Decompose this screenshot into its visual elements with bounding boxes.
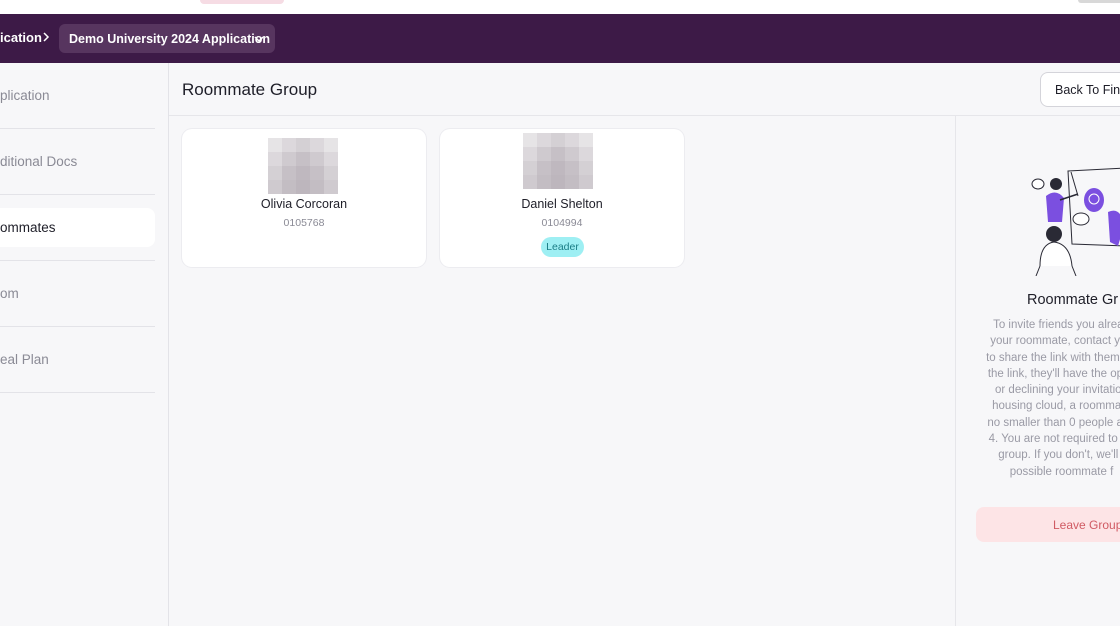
description-line: or declining your invitation bbox=[995, 384, 1120, 397]
description-line: the link, they'll have the optio bbox=[987, 367, 1120, 380]
sidebar-item-meal-plan[interactable]: eal Plan bbox=[0, 327, 155, 393]
description-line: group. If you don't, we'll f bbox=[998, 449, 1120, 462]
member-name: Daniel Shelton bbox=[521, 197, 603, 211]
sidebar-item-additional-docs[interactable]: ditional Docs bbox=[0, 129, 155, 195]
sidebar-item-room[interactable]: om bbox=[0, 261, 155, 327]
member-name: Olivia Corcoran bbox=[260, 197, 348, 211]
description-line: To invite friends you alread bbox=[993, 319, 1120, 331]
page-title: Roommate Group bbox=[182, 80, 318, 99]
breadcrumb-previous[interactable]: ication bbox=[0, 30, 42, 45]
panel-title: Roommate Gr bbox=[1027, 292, 1119, 308]
top-tab-indicator bbox=[200, 0, 284, 4]
top-header: ication Demo University 2024 Application bbox=[0, 14, 1120, 63]
panel-description: To invite friends you alread your roomma… bbox=[974, 317, 1120, 480]
leave-group-button[interactable]: Leave Group bbox=[976, 507, 1120, 542]
description-line: housing cloud, a roommate bbox=[992, 400, 1120, 413]
leader-badge: Leader bbox=[541, 237, 584, 257]
browser-top-strip bbox=[0, 0, 1120, 14]
member-id: 0105768 bbox=[283, 217, 325, 229]
chevron-right-icon bbox=[43, 32, 50, 42]
description-line: your roommate, contact you bbox=[990, 335, 1120, 348]
people-collaboration-illustration bbox=[1031, 167, 1120, 276]
sidebar-item-label: eal Plan bbox=[0, 352, 49, 367]
sidebar-item-label: om bbox=[0, 286, 19, 301]
top-control-edge bbox=[1078, 0, 1120, 3]
sidebar-item-label: plication bbox=[0, 88, 50, 103]
description-line: no smaller than 0 people and bbox=[987, 416, 1120, 429]
sidebar-item-label: ommates bbox=[0, 220, 56, 235]
application-selector[interactable]: Demo University 2024 Application bbox=[59, 24, 275, 53]
roommate-group-info-panel: Roommate Gr To invite friends you alread… bbox=[955, 116, 1120, 626]
sidebar-item-application[interactable]: plication bbox=[0, 63, 155, 129]
sidebar-item-label: ditional Docs bbox=[0, 154, 78, 169]
avatar bbox=[523, 133, 593, 189]
main-header: Roommate Group Back To Find bbox=[169, 63, 1120, 116]
avatar bbox=[268, 138, 338, 194]
sidebar-item-roommates[interactable]: ommates bbox=[0, 208, 155, 247]
member-card[interactable]: Daniel Shelton 0104994 Leader bbox=[440, 129, 684, 267]
member-card[interactable]: Olivia Corcoran 0105768 bbox=[182, 129, 426, 267]
chevron-down-icon bbox=[254, 36, 264, 43]
sidebar: plication ditional Docs ommates om eal P… bbox=[0, 63, 169, 626]
description-line: possible roommate f bbox=[1009, 465, 1114, 478]
member-id: 0104994 bbox=[541, 217, 583, 229]
back-to-find-button[interactable]: Back To Find bbox=[1040, 72, 1120, 107]
application-selector-label: Demo University 2024 Application bbox=[69, 31, 270, 46]
description-line: 4. You are not required to for bbox=[988, 433, 1120, 446]
description-line: to share the link with them. W bbox=[986, 351, 1120, 364]
